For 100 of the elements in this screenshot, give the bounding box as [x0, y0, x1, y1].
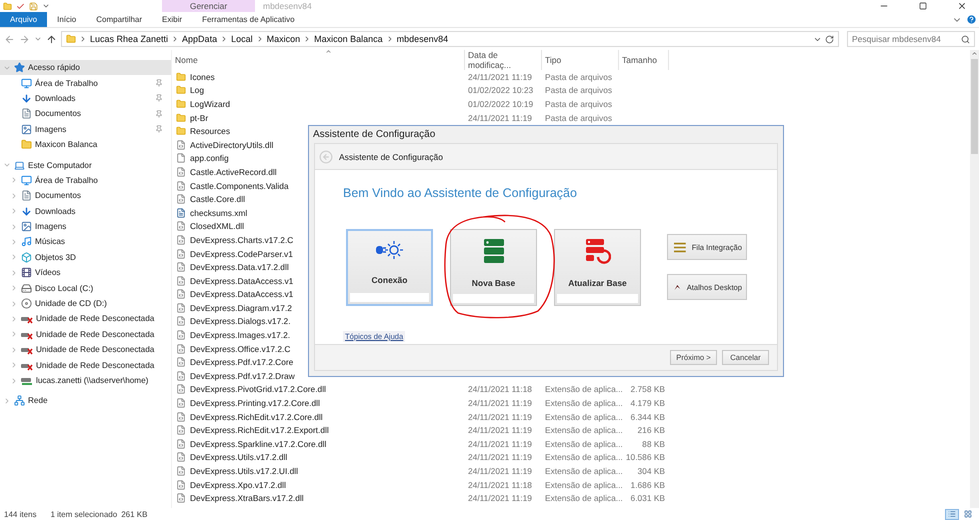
file-name[interactable]: Log: [190, 85, 204, 96]
nav-item[interactable]: Unidade de Rede Desconectada: [0, 342, 171, 358]
forward-icon[interactable]: [19, 34, 30, 44]
expand-chevron-icon[interactable]: [10, 192, 18, 200]
file-name[interactable]: Castle.Components.Valida: [190, 180, 289, 191]
file-name[interactable]: DevExpress.Data.v17.2.dll: [190, 262, 289, 272]
breadcrumb[interactable]: Local: [231, 34, 253, 44]
breadcrumb[interactable]: Maxicon: [266, 34, 300, 44]
nav-item[interactable]: Vídeos: [0, 265, 171, 280]
expand-chevron-icon[interactable]: [10, 284, 18, 292]
separator-icon[interactable]: [79, 35, 87, 43]
ribbon-tab[interactable]: Exibir: [152, 12, 192, 27]
details-view-icon[interactable]: [948, 510, 956, 518]
up-icon[interactable]: [46, 34, 57, 44]
ribbon-tab[interactable]: Compartilhar: [86, 12, 152, 27]
column-header[interactable]: Tamanho: [619, 50, 669, 70]
expand-chevron-icon[interactable]: [10, 300, 18, 308]
file-name[interactable]: DevExpress.Xpo.v17.2.dll: [190, 480, 286, 490]
refresh-icon[interactable]: [825, 34, 834, 44]
expand-chevron-icon[interactable]: [10, 314, 18, 323]
nav-item[interactable]: Downloads: [0, 90, 171, 106]
folder-icon[interactable]: [3, 2, 12, 10]
option-tile[interactable]: Nova Base: [450, 229, 537, 306]
nav-item[interactable]: Unidade de Rede Desconectada: [0, 311, 171, 327]
file-name[interactable]: Castle.Core.dll: [190, 194, 245, 204]
expand-chevron-icon[interactable]: [10, 376, 18, 384]
file-name[interactable]: DevExpress.Images.v17.2.: [190, 330, 290, 340]
file-name[interactable]: DevExpress.Sparkline.v17.2.Core.dll: [190, 438, 326, 449]
expand-chevron-icon[interactable]: [10, 361, 18, 370]
nav-item[interactable]: Maxicon Balanca: [0, 136, 171, 152]
file-name[interactable]: DevExpress.Dialogs.v17.2.: [190, 316, 291, 326]
nav-item[interactable]: Área de Trabalho: [0, 75, 171, 91]
expand-chevron-icon[interactable]: [10, 330, 18, 338]
customize-caret-icon[interactable]: [42, 2, 50, 10]
file-name[interactable]: DevExpress.Diagram.v17.2: [190, 302, 292, 313]
file-name[interactable]: DevExpress.Utils.v17.2.UI.dll: [190, 466, 298, 476]
scroll-up-icon[interactable]: [971, 50, 978, 57]
nav-item[interactable]: Documentos: [0, 188, 171, 204]
expand-chevron-icon[interactable]: [10, 222, 18, 231]
file-name[interactable]: DevExpress.XtraBars.v17.2.dll: [190, 493, 304, 504]
back-icon[interactable]: [4, 34, 15, 44]
file-name[interactable]: Icones: [190, 72, 215, 82]
file-name[interactable]: ActiveDirectoryUtils.dll: [190, 140, 274, 150]
nav-item[interactable]: Este Computador: [0, 157, 171, 173]
breadcrumb[interactable]: mbdesenv84: [396, 34, 448, 44]
vertical-scrollbar[interactable]: [970, 50, 979, 508]
nav-item[interactable]: Músicas: [0, 234, 171, 250]
file-name[interactable]: DevExpress.Printing.v17.2.Core.dll: [190, 398, 320, 408]
nav-item[interactable]: Unidade de CD (D:): [0, 296, 171, 312]
file-name[interactable]: DevExpress.RichEdit.v17.2.Core.dll: [190, 412, 323, 422]
recent-caret-icon[interactable]: [34, 35, 42, 43]
breadcrumb[interactable]: Lucas Rhea Zanetti: [90, 34, 168, 44]
breadcrumb[interactable]: AppData: [182, 34, 218, 44]
file-name[interactable]: Resources: [190, 126, 230, 136]
file-name[interactable]: Castle.ActiveRecord.dll: [190, 166, 277, 177]
file-name[interactable]: ClosedXML.dll: [190, 221, 244, 232]
expand-chevron-icon[interactable]: [10, 238, 18, 246]
file-name[interactable]: DevExpress.Pdf.v17.2.Draw: [190, 370, 295, 381]
search-field[interactable]: Pesquisar mbdesenv84: [847, 31, 975, 47]
back-icon[interactable]: [319, 150, 333, 164]
file-name[interactable]: DevExpress.Office.v17.2.C: [190, 344, 290, 354]
file-name[interactable]: DevExpress.CodeParser.v1: [190, 248, 293, 259]
nav-item[interactable]: Unidade de Rede Desconectada: [0, 357, 171, 373]
nav-item[interactable]: Objetos 3D: [0, 250, 171, 266]
file-name[interactable]: DevExpress.DataAccess.v1: [190, 289, 294, 300]
grid-view-icon[interactable]: [964, 510, 972, 518]
nav-item[interactable]: Imagens: [0, 122, 171, 137]
option-tile[interactable]: Atualizar Base: [554, 229, 641, 306]
nav-item[interactable]: Downloads: [0, 204, 171, 219]
ribbon-tab[interactable]: Arquivo: [0, 12, 48, 27]
column-header[interactable]: Tipo: [542, 50, 619, 70]
nav-item[interactable]: lucas.zanetti (\\adserver\home): [0, 372, 171, 388]
ribbon-tab[interactable]: Início: [47, 12, 86, 27]
view-button[interactable]: [945, 508, 959, 520]
file-name[interactable]: DevExpress.Utils.v17.2.dll: [190, 452, 288, 462]
address-field[interactable]: Lucas Rhea Zanetti AppData Local Maxicon Maxicon Balanca mbdesenv84: [61, 31, 839, 47]
file-name[interactable]: pt-Br: [190, 112, 208, 123]
expand-chevron-icon[interactable]: [10, 346, 18, 354]
file-name[interactable]: app.config: [190, 153, 229, 164]
file-name[interactable]: DevExpress.RichEdit.v17.2.Export.dll: [190, 425, 329, 436]
expand-chevron-icon[interactable]: [10, 253, 18, 262]
file-name[interactable]: DevExpress.DataAccess.v1: [190, 276, 294, 286]
file-name[interactable]: DevExpress.Pdf.v17.2.Core: [190, 357, 294, 368]
ribbon-tab[interactable]: Ferramentas de Aplicativo: [192, 12, 305, 27]
file-name[interactable]: DevExpress.Charts.v17.2.C: [190, 234, 294, 245]
expand-chevron-icon[interactable]: [10, 176, 18, 184]
nav-item[interactable]: Rede: [0, 393, 171, 409]
expand-chevron-icon[interactable]: [10, 207, 18, 216]
file-name[interactable]: checksums.xml: [190, 208, 248, 218]
breadcrumb[interactable]: Maxicon Balanca: [314, 34, 383, 44]
expand-chevron-icon[interactable]: [10, 268, 18, 277]
close-icon[interactable]: [957, 1, 967, 11]
nav-item[interactable]: Documentos: [0, 106, 171, 122]
help-icon[interactable]: [966, 14, 977, 25]
nav-item[interactable]: Disco Local (C:): [0, 280, 171, 296]
expand-chevron-icon[interactable]: [3, 396, 11, 405]
nav-item[interactable]: Área de Trabalho: [0, 172, 171, 188]
file-name[interactable]: DevExpress.PivotGrid.v17.2.Core.dll: [190, 384, 326, 394]
nav-item[interactable]: Imagens: [0, 218, 171, 234]
option-tile[interactable]: Conexão: [346, 229, 433, 306]
